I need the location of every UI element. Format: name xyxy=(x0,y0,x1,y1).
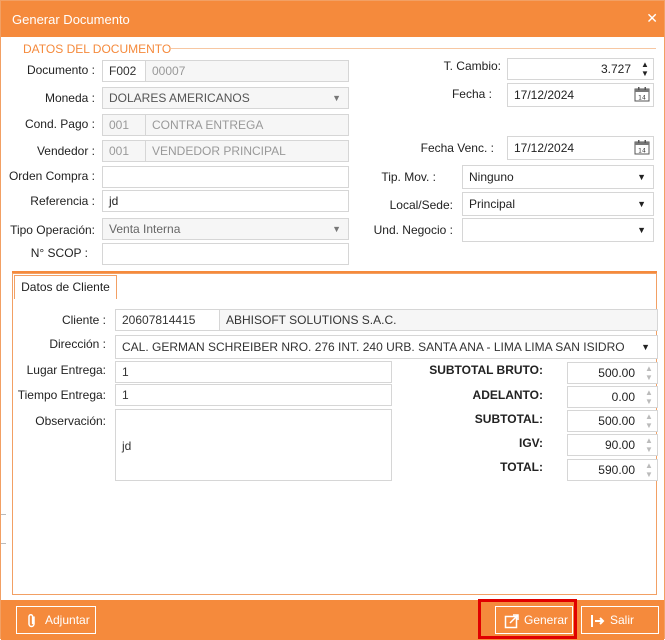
lugar-entrega-label: Lugar Entrega: xyxy=(26,363,106,377)
section-divider xyxy=(171,48,656,49)
chevron-down-icon: ▼ xyxy=(332,224,341,234)
documento-serie-field[interactable]: F002 xyxy=(102,60,146,82)
documento-numero-field: 00007 xyxy=(145,60,349,82)
scroll-handle xyxy=(1,514,6,544)
total-label: TOTAL: xyxy=(500,460,543,474)
paperclip-icon xyxy=(28,613,35,628)
title-bar: Generar Documento ✕ xyxy=(1,1,664,37)
cond-pago-code-field: 001 xyxy=(102,114,146,136)
svg-text:14: 14 xyxy=(638,95,646,102)
calendar-icon[interactable]: 14 xyxy=(634,139,650,155)
chevron-down-icon: ▼ xyxy=(637,199,646,209)
local-sede-select[interactable]: Principal ▼ xyxy=(462,192,654,216)
vendedor-code-field: 001 xyxy=(102,140,146,162)
chevron-down-icon: ▼ xyxy=(637,225,646,235)
direccion-value: CAL. GERMAN SCHREIBER NRO. 276 INT. 240 … xyxy=(122,340,625,354)
fecha-value: 17/12/2024 xyxy=(514,88,575,102)
section-title: DATOS DEL DOCUMENTO xyxy=(23,42,172,56)
fecha-input[interactable]: 17/12/2024 14 xyxy=(507,83,654,107)
lugar-entrega-input[interactable]: 1 xyxy=(115,361,392,383)
documento-label: Documento : xyxy=(26,63,95,77)
referencia-label: Referencia : xyxy=(30,194,95,208)
direccion-label: Dirección : xyxy=(49,337,106,351)
cliente-label: Cliente : xyxy=(61,313,106,327)
fecha-venc-input[interactable]: 17/12/2024 14 xyxy=(507,136,654,160)
close-icon[interactable]: ✕ xyxy=(646,10,658,27)
observacion-textarea[interactable]: jd xyxy=(115,409,392,481)
subtotal-bruto-label: SUBTOTAL BRUTO: xyxy=(429,363,543,377)
calendar-icon[interactable]: 14 xyxy=(634,86,650,102)
adjuntar-button[interactable]: Adjuntar xyxy=(16,606,96,634)
moneda-label: Moneda : xyxy=(44,91,95,105)
t-cambio-spinner-icon[interactable]: ▲ ▼ xyxy=(641,60,649,78)
subtotal-label: SUBTOTAL: xyxy=(474,412,543,426)
cond-pago-label: Cond. Pago : xyxy=(24,117,95,131)
generar-documento-window: Generar Documento ✕ DATOS DEL DOCUMENTO … xyxy=(0,0,665,640)
direccion-select[interactable]: CAL. GERMAN SCHREIBER NRO. 276 INT. 240 … xyxy=(115,335,658,359)
moneda-select: DOLARES AMERICANOS ▼ xyxy=(102,87,349,109)
subtotal-spinner-icon: ▲ ▼ xyxy=(645,412,653,430)
total-spinner-icon: ▲ ▼ xyxy=(645,461,653,479)
tiempo-entrega-input[interactable]: 1 xyxy=(115,384,392,406)
orden-compra-input[interactable] xyxy=(102,166,349,188)
moneda-value: DOLARES AMERICANOS xyxy=(109,91,250,105)
adelanto-label: ADELANTO: xyxy=(472,388,543,402)
salir-button[interactable]: Salir xyxy=(581,606,659,634)
tipo-operacion-value: Venta Interna xyxy=(109,222,181,236)
local-sede-value: Principal xyxy=(469,197,516,211)
adelanto-spinner-icon[interactable]: ▲ ▼ xyxy=(645,388,653,406)
fecha-venc-label: Fecha Venc. : xyxy=(420,141,494,155)
igv-label: IGV: xyxy=(518,436,543,450)
und-negocio-label: Und. Negocio : xyxy=(373,223,453,237)
observacion-label: Observación: xyxy=(35,414,106,428)
vendedor-label: Vendedor : xyxy=(36,144,95,158)
t-cambio-label: T. Cambio: xyxy=(443,59,501,73)
exit-icon xyxy=(591,615,605,627)
subtotal-bruto-spinner-icon: ▲ ▼ xyxy=(645,364,653,382)
und-negocio-select[interactable]: ▼ xyxy=(462,218,654,242)
t-cambio-input[interactable]: 3.727 xyxy=(507,58,654,80)
tipo-operacion-label: Tipo Operación: xyxy=(10,223,95,237)
fecha-venc-value: 17/12/2024 xyxy=(514,141,575,155)
cliente-name-field: ABHISOFT SOLUTIONS S.A.C. xyxy=(219,309,658,331)
cond-pago-desc-field: CONTRA ENTREGA xyxy=(145,114,349,136)
tab-datos-de-cliente[interactable]: Datos de Cliente xyxy=(14,275,117,299)
svg-text:14: 14 xyxy=(638,148,646,155)
tipo-operacion-select: Venta Interna ▼ xyxy=(102,218,349,240)
salir-label: Salir xyxy=(610,613,635,627)
igv-spinner-icon: ▲ ▼ xyxy=(645,436,653,454)
n-scop-input[interactable] xyxy=(102,243,349,265)
window-title: Generar Documento xyxy=(12,12,130,27)
tip-mov-value: Ninguno xyxy=(469,170,514,184)
chevron-down-icon: ▼ xyxy=(641,342,650,352)
referencia-input[interactable]: jd xyxy=(102,190,349,212)
vendedor-desc-field: VENDEDOR PRINCIPAL xyxy=(145,140,349,162)
adjuntar-label: Adjuntar xyxy=(45,613,90,627)
cliente-ruc-field[interactable]: 20607814415 xyxy=(115,309,220,331)
chevron-down-icon: ▼ xyxy=(332,93,341,103)
tip-mov-select[interactable]: Ninguno ▼ xyxy=(462,165,654,189)
n-scop-label: N° SCOP : xyxy=(30,246,88,260)
tip-mov-label: Tip. Mov. : xyxy=(381,170,436,184)
chevron-down-icon: ▼ xyxy=(637,172,646,182)
generar-highlight-box xyxy=(478,599,577,639)
local-sede-label: Local/Sede: xyxy=(389,198,453,212)
fecha-label: Fecha : xyxy=(451,87,492,101)
tiempo-entrega-label: Tiempo Entrega: xyxy=(17,388,106,402)
orden-compra-label: Orden Compra : xyxy=(8,169,95,183)
